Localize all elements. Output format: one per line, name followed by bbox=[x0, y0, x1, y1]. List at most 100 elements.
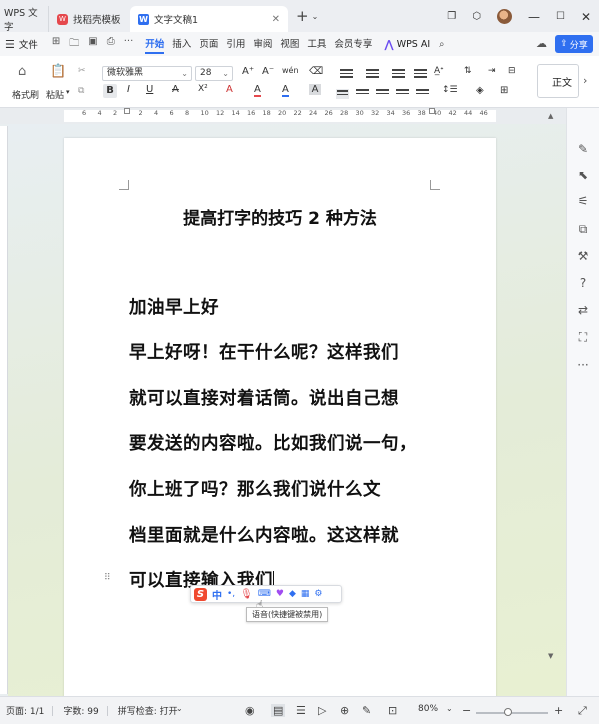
sort-icon[interactable]: ⇅ bbox=[464, 66, 472, 76]
italic-button[interactable]: I bbox=[127, 84, 130, 95]
app-tab[interactable]: WPS 文字 bbox=[0, 6, 48, 33]
document-title[interactable]: 提高打字的技巧 2 种方法 bbox=[64, 204, 496, 229]
toolbox-icon[interactable]: ▦ bbox=[301, 589, 310, 599]
align-center-icon[interactable] bbox=[356, 89, 369, 99]
open-icon[interactable]: 🗀 bbox=[69, 36, 79, 53]
document-line[interactable]: 档里面就是什么内容啦。这这样就 bbox=[129, 522, 399, 547]
clear-format-icon[interactable]: ⌫ bbox=[309, 66, 323, 77]
zoom-out-icon[interactable]: − bbox=[462, 704, 471, 717]
vertical-ruler[interactable] bbox=[0, 126, 8, 694]
zoom-slider-thumb[interactable] bbox=[504, 708, 512, 716]
write-mode-icon[interactable]: ✎ bbox=[362, 704, 371, 717]
scroll-up-icon[interactable]: ▲ bbox=[548, 112, 553, 120]
tools-icon[interactable]: ⚒ bbox=[576, 249, 590, 263]
strikethrough-button[interactable]: A bbox=[172, 84, 179, 95]
document-line[interactable]: 加油早上好 bbox=[129, 294, 219, 319]
underline-button[interactable]: U bbox=[146, 84, 153, 95]
bold-button[interactable]: B bbox=[103, 84, 117, 98]
number-list-icon[interactable] bbox=[366, 69, 379, 79]
horizontal-ruler[interactable]: 6 4 2 2 4 6 8 10 12 14 16 18 20 22 24 26 28 30 32 34 36 38 40 4… bbox=[0, 108, 566, 124]
text-effect-button[interactable]: A bbox=[226, 84, 233, 95]
tab-document[interactable]: W 文字文稿1 ✕ bbox=[130, 6, 288, 32]
left-indent-marker[interactable] bbox=[124, 108, 130, 114]
copy-icon[interactable]: ⧉ bbox=[78, 86, 84, 96]
adjust-icon[interactable]: ⚟ bbox=[576, 194, 590, 208]
scroll-down-icon[interactable]: ▼ bbox=[548, 652, 553, 660]
cursor-select-icon[interactable]: ⬉ bbox=[576, 168, 590, 182]
fit-page-icon[interactable]: ⊡ bbox=[388, 704, 397, 717]
menu-icon[interactable]: ☰ bbox=[5, 38, 15, 51]
save-icon[interactable]: ▣ bbox=[88, 36, 97, 53]
highlight-button[interactable]: A bbox=[254, 84, 261, 97]
font-name-select[interactable]: 微软雅黑 ⌄ bbox=[102, 66, 192, 81]
font-size-select[interactable]: 28 ⌄ bbox=[195, 66, 233, 81]
show-marks-icon[interactable]: ⇥ bbox=[488, 66, 496, 76]
game-icon[interactable]: ◆ bbox=[289, 589, 296, 599]
edit-image-icon[interactable]: ⧉ bbox=[576, 222, 590, 237]
document-line[interactable]: 你上班了吗？那么我们说什么文 bbox=[129, 476, 381, 501]
word-count[interactable]: 字数: 99 bbox=[63, 704, 98, 717]
tab-list-dropdown-icon[interactable]: ⌄ bbox=[312, 12, 319, 21]
document-line[interactable]: 要发送的内容啦。比如我们说一句， bbox=[129, 430, 417, 455]
increase-indent-icon[interactable] bbox=[414, 69, 427, 79]
fullscreen-icon[interactable]: ⤢ bbox=[578, 704, 587, 718]
minimize-icon[interactable]: — bbox=[528, 10, 540, 24]
right-indent-marker[interactable] bbox=[429, 108, 435, 114]
cut-icon[interactable]: ✂ bbox=[78, 66, 86, 76]
file-menu[interactable]: 文件 bbox=[19, 37, 38, 51]
settings-icon[interactable]: ⚙ bbox=[314, 589, 322, 599]
paste-label[interactable]: 粘贴 bbox=[46, 88, 64, 101]
tab-insert[interactable]: 插入 bbox=[172, 34, 191, 54]
bullet-list-icon[interactable] bbox=[340, 69, 353, 79]
more-icon[interactable]: ··· bbox=[124, 36, 134, 53]
border-icon[interactable]: ⊞ bbox=[500, 85, 508, 96]
more-options-icon[interactable]: ··· bbox=[576, 358, 590, 372]
align-right-icon[interactable] bbox=[376, 89, 389, 99]
format-painter-label[interactable]: 格式刷 bbox=[12, 88, 39, 101]
font-color-button[interactable]: A bbox=[282, 84, 289, 97]
microphone-icon[interactable]: 🎙 bbox=[240, 589, 253, 600]
phonetic-guide-icon[interactable]: wén bbox=[282, 66, 299, 75]
shading-icon[interactable]: ◈ bbox=[476, 85, 484, 96]
maximize-icon[interactable]: ☐ bbox=[556, 11, 565, 22]
spellcheck-status[interactable]: 拼写检查: 打开 bbox=[118, 704, 178, 717]
wps-ai-button[interactable]: ⋀ WPS AI bbox=[384, 38, 430, 51]
document-line[interactable]: 早上好呀！在干什么呢？这样我们 bbox=[129, 339, 399, 364]
read-mode-icon[interactable]: ▷ bbox=[318, 704, 326, 717]
tab-template-store[interactable]: W 找稻壳模板 bbox=[48, 6, 130, 32]
chevron-right-icon[interactable]: › bbox=[583, 74, 587, 87]
paste-icon[interactable]: 📋 bbox=[50, 64, 66, 79]
shrink-font-icon[interactable]: A⁻ bbox=[262, 66, 274, 77]
skin-icon[interactable]: ♥ bbox=[276, 589, 284, 599]
help-icon[interactable]: ? bbox=[576, 276, 590, 290]
zoom-slider-track[interactable] bbox=[476, 712, 548, 714]
text-direction-icon[interactable]: A̲ᐩ bbox=[434, 66, 444, 76]
ime-mode-toggle[interactable]: 中 bbox=[212, 587, 222, 602]
tab-page[interactable]: 页面 bbox=[199, 34, 218, 54]
chevron-down-icon[interactable]: ⌄ bbox=[176, 704, 183, 713]
restore-window-icon[interactable]: ❐ bbox=[447, 11, 456, 22]
distribute-icon[interactable] bbox=[416, 89, 429, 99]
ime-punctuation-toggle[interactable]: •, bbox=[227, 589, 235, 599]
paste-dropdown-icon[interactable]: ▾ bbox=[66, 88, 70, 96]
outline-view-icon[interactable]: ☰ bbox=[296, 704, 306, 717]
avatar[interactable] bbox=[496, 9, 512, 24]
align-left-icon[interactable] bbox=[336, 89, 349, 99]
new-doc-icon[interactable]: ⊞ bbox=[52, 36, 60, 53]
table-icon[interactable]: ⊟ bbox=[508, 66, 516, 76]
close-window-icon[interactable]: ✕ bbox=[581, 10, 591, 24]
paragraph-drag-handle-icon[interactable]: ⠿ bbox=[104, 573, 111, 583]
cloud-sync-icon[interactable]: ☁ bbox=[536, 37, 547, 50]
pen-icon[interactable]: ✎ bbox=[576, 142, 590, 156]
eye-protect-icon[interactable]: ◉ bbox=[245, 704, 255, 717]
zoom-dropdown-icon[interactable]: ⌄ bbox=[446, 704, 453, 713]
print-icon[interactable]: ⎙ bbox=[107, 36, 115, 53]
cube-icon[interactable]: ⬡ bbox=[472, 11, 481, 22]
tab-review[interactable]: 审阅 bbox=[253, 34, 272, 54]
tab-member[interactable]: 会员专享 bbox=[334, 34, 372, 54]
zoom-level[interactable]: 80% bbox=[418, 704, 438, 714]
sogou-logo-icon[interactable]: S bbox=[194, 587, 207, 601]
close-tab-icon[interactable]: ✕ bbox=[272, 14, 280, 25]
tab-home[interactable]: 开始 bbox=[145, 34, 165, 54]
web-view-icon[interactable]: ⊕ bbox=[340, 704, 349, 717]
